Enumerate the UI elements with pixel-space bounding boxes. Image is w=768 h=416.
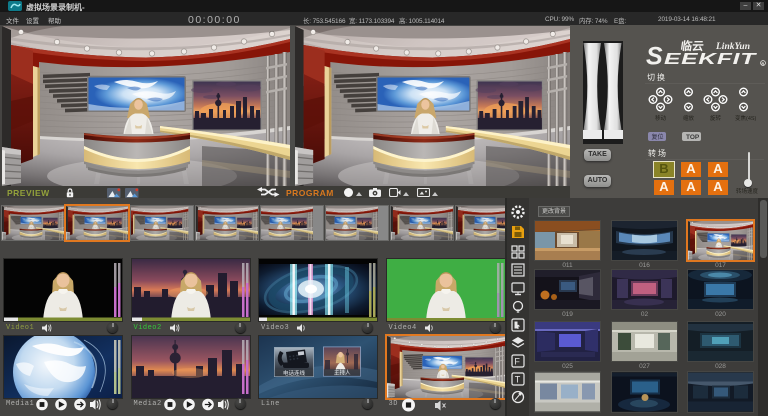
svg-text:EEKFIT: EEKFIT bbox=[664, 51, 758, 68]
svg-text:TOP: TOP bbox=[686, 134, 700, 141]
svg-text:电话连线: 电话连线 bbox=[283, 369, 306, 377]
svg-text:S: S bbox=[646, 43, 663, 71]
svg-text:旋转: 旋转 bbox=[710, 114, 722, 122]
svg-text:复位: 复位 bbox=[652, 133, 664, 141]
svg-text:T: T bbox=[515, 375, 521, 385]
svg-text:缩放: 缩放 bbox=[683, 114, 695, 122]
svg-text:F: F bbox=[514, 357, 520, 367]
svg-text:变焦(4S): 变焦(4S) bbox=[735, 114, 757, 122]
svg-text:R: R bbox=[762, 62, 765, 66]
svg-text:移动: 移动 bbox=[655, 114, 667, 122]
svg-text:主持人: 主持人 bbox=[334, 369, 351, 377]
